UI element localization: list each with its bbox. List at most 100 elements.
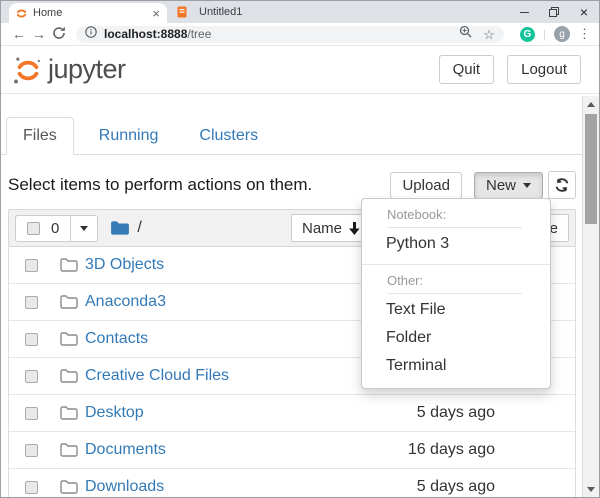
file-modified: 5 days ago — [417, 478, 495, 496]
file-link[interactable]: Creative Cloud Files — [85, 367, 229, 385]
file-link[interactable]: Contacts — [85, 330, 148, 348]
jupyter-logo-icon — [11, 55, 45, 85]
window-controls: × — [509, 1, 599, 23]
tab-clusters[interactable]: Clusters — [183, 118, 274, 154]
menu-divider — [362, 264, 550, 265]
zoom-icon[interactable] — [459, 25, 472, 43]
forward-icon[interactable]: → — [29, 27, 49, 41]
jupyter-logo-text: jupyter — [48, 56, 126, 85]
menu-item-python3[interactable]: Python 3 — [362, 230, 550, 258]
quit-button[interactable]: Quit — [439, 55, 495, 84]
menu-item-folder[interactable]: Folder — [362, 324, 550, 352]
jupyter-header: jupyter Quit Logout — [1, 46, 599, 94]
row-checkbox[interactable] — [25, 259, 38, 272]
select-all-checkbox[interactable] — [27, 222, 40, 235]
row-checkbox[interactable] — [25, 407, 38, 420]
header-buttons: Quit Logout — [439, 55, 589, 84]
file-link[interactable]: 3D Objects — [85, 256, 164, 274]
breadcrumb: / — [110, 219, 141, 237]
select-dropdown-button[interactable] — [70, 216, 97, 241]
caret-down-icon — [80, 226, 88, 231]
select-items-message: Select items to perform actions on them. — [8, 175, 312, 195]
folder-icon[interactable] — [110, 220, 130, 236]
tab-title: Home — [33, 7, 152, 19]
close-window-button[interactable]: × — [569, 1, 599, 23]
select-all-button-group: 0 — [15, 215, 98, 242]
arrow-down-icon — [349, 222, 360, 235]
folder-outline-icon — [60, 369, 78, 383]
row-checkbox[interactable] — [25, 370, 38, 383]
upload-button[interactable]: Upload — [390, 172, 462, 199]
sort-name-label: Name — [302, 220, 342, 237]
row-checkbox[interactable] — [25, 481, 38, 494]
action-buttons: Upload New — [390, 171, 576, 199]
file-link[interactable]: Anaconda3 — [85, 293, 166, 311]
row-checkbox[interactable] — [25, 333, 38, 346]
browser-toolbar: ← → localhost:8888/tree ☆ G | g ⋮ — [1, 23, 599, 46]
row-checkbox[interactable] — [25, 296, 38, 309]
scrollbar[interactable] — [582, 96, 599, 497]
browser-extensions: G | g ⋮ — [520, 26, 591, 42]
reload-icon[interactable] — [49, 26, 69, 42]
minimize-button[interactable] — [509, 1, 539, 23]
folder-outline-icon — [60, 295, 78, 309]
folder-outline-icon — [60, 332, 78, 346]
notebook-favicon — [177, 6, 187, 18]
browser-tab-untitled1[interactable]: Untitled1 — [177, 1, 242, 23]
folder-outline-icon — [60, 258, 78, 272]
tab-title: Untitled1 — [199, 6, 242, 18]
scrollbar-thumb[interactable] — [585, 114, 597, 224]
scroll-down-button[interactable] — [583, 481, 599, 497]
refresh-icon — [554, 177, 570, 193]
triangle-down-icon — [587, 487, 595, 492]
logout-button[interactable]: Logout — [507, 55, 581, 84]
address-bar[interactable]: localhost:8888/tree ☆ — [76, 26, 504, 43]
scroll-up-button[interactable] — [583, 96, 599, 112]
folder-outline-icon — [60, 406, 78, 420]
jupyter-logo[interactable]: jupyter — [11, 55, 126, 85]
file-link[interactable]: Downloads — [85, 478, 164, 496]
url-path: /tree — [187, 27, 211, 41]
menu-header-notebook: Notebook: — [387, 205, 522, 228]
caret-down-icon — [523, 183, 531, 188]
url-text: localhost:8888/tree — [104, 27, 211, 41]
grammarly-icon[interactable]: G — [520, 27, 535, 42]
new-dropdown-menu: Notebook: Python 3 Other: Text File Fold… — [361, 198, 551, 389]
profile-avatar[interactable]: g — [554, 26, 570, 42]
minimize-icon — [520, 12, 529, 13]
breadcrumb-path[interactable]: / — [137, 219, 141, 237]
new-button-label: New — [486, 177, 516, 194]
sort-by-name-button[interactable]: Name — [291, 214, 371, 242]
file-link[interactable]: Desktop — [85, 404, 144, 422]
browser-tabstrip: Home × Untitled1 × — [1, 1, 599, 23]
triangle-up-icon — [587, 102, 595, 107]
restore-button[interactable] — [539, 1, 569, 23]
main-tabs: Files Running Clusters — [1, 117, 582, 155]
url-host: localhost:8888 — [104, 27, 187, 41]
file-row: Downloads 5 days ago — [9, 469, 575, 498]
file-modified: 16 days ago — [408, 441, 495, 459]
info-icon[interactable] — [85, 25, 97, 43]
new-dropdown-button[interactable]: New — [474, 172, 543, 199]
file-link[interactable]: Documents — [85, 441, 166, 459]
folder-outline-icon — [60, 443, 78, 457]
browser-window: Home × Untitled1 × ← → localhost:88 — [0, 0, 600, 498]
jupyter-favicon — [16, 8, 27, 19]
select-all-button[interactable]: 0 — [16, 216, 70, 241]
file-row: Desktop 5 days ago — [9, 395, 575, 432]
menu-item-terminal[interactable]: Terminal — [362, 352, 550, 380]
selected-count: 0 — [51, 220, 59, 237]
back-icon[interactable]: ← — [9, 27, 29, 41]
browser-menu-icon[interactable]: ⋮ — [578, 26, 591, 42]
menu-item-text-file[interactable]: Text File — [362, 296, 550, 324]
folder-outline-icon — [60, 480, 78, 494]
restore-icon — [549, 7, 559, 17]
menu-header-other: Other: — [387, 271, 522, 294]
refresh-button[interactable] — [548, 171, 576, 199]
tab-close-icon[interactable]: × — [152, 7, 160, 20]
row-checkbox[interactable] — [25, 444, 38, 457]
browser-tab-home[interactable]: Home × — [9, 3, 167, 23]
tab-running[interactable]: Running — [83, 118, 175, 154]
tab-files[interactable]: Files — [6, 117, 74, 155]
bookmark-star-icon[interactable]: ☆ — [483, 28, 495, 41]
